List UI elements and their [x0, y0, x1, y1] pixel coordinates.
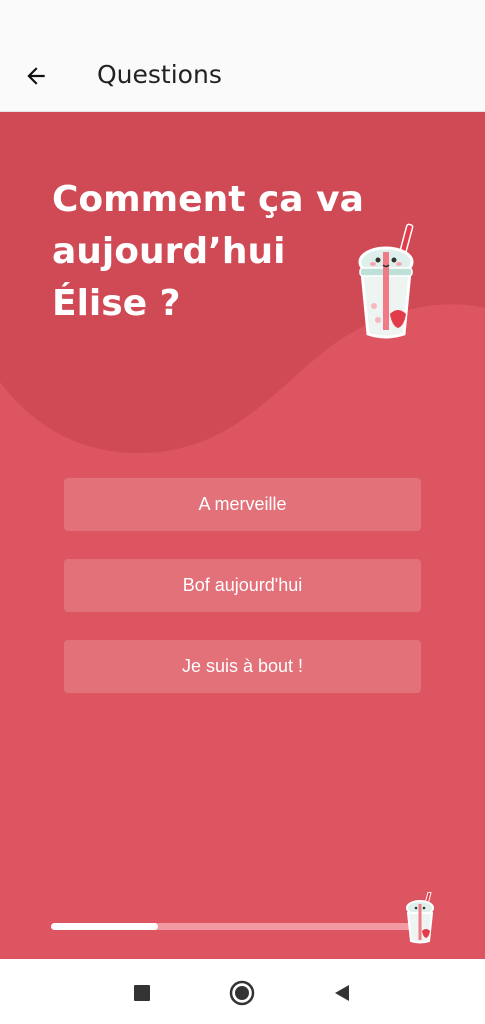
- progress-fill: [51, 923, 159, 930]
- question-line: Comment ça va: [52, 179, 364, 220]
- system-nav-bar: [0, 959, 485, 1024]
- recents-square-icon: [134, 985, 150, 1001]
- question-panel: Comment ça va aujourd’hui Élise ? A merv…: [0, 112, 485, 959]
- app-bar: Questions: [0, 0, 485, 112]
- bubble-tea-cup-icon: [406, 892, 434, 944]
- bubble-tea-cup-icon: [358, 223, 414, 339]
- progress-bar: [51, 923, 421, 930]
- back-button[interactable]: [18, 58, 54, 94]
- question-line: aujourd’hui: [52, 231, 286, 272]
- question-line: Élise ?: [52, 283, 181, 324]
- back-triangle-icon: [335, 985, 349, 1001]
- answer-button[interactable]: Je suis à bout !: [64, 640, 421, 693]
- system-back-button[interactable]: [328, 979, 356, 1007]
- question-text: Comment ça va aujourd’hui Élise ?: [52, 174, 382, 330]
- answer-button[interactable]: A merveille: [64, 478, 421, 531]
- home-circle-icon: [229, 980, 255, 1006]
- answer-button[interactable]: Bof aujourd'hui: [64, 559, 421, 612]
- home-button[interactable]: [228, 979, 256, 1007]
- answer-list: A merveille Bof aujourd'hui Je suis à bo…: [64, 478, 421, 721]
- recents-button[interactable]: [128, 979, 156, 1007]
- arrow-left-icon: [27, 67, 45, 85]
- page-title: Questions: [97, 60, 222, 89]
